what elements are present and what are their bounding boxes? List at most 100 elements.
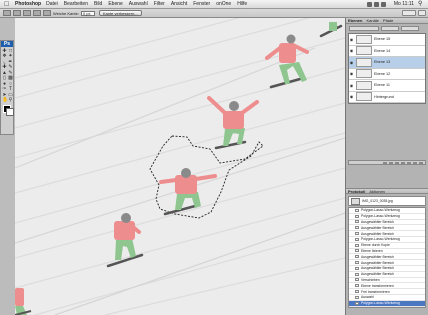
right-panel-dock: Ebenen Kanäle Pfade ◉ Ebene 15 ◉ Ebene 1… [345,18,428,315]
snapshot-thumbnail [351,197,360,205]
menu-filter[interactable]: Filter [154,1,165,7]
tab-layers[interactable]: Ebenen [348,18,362,23]
opacity-input[interactable] [381,26,399,31]
layer-mask-icon[interactable] [395,161,399,165]
history-step-selected[interactable]: Polygon-Lasso-Werkzeug [349,300,425,307]
visibility-eye-icon[interactable]: ◉ [349,48,354,53]
history-step-label: Ausgewählter Bereich [361,266,394,271]
layer-thumbnail [356,57,372,67]
layer-thumbnail [356,80,372,90]
history-step-icon [355,301,359,305]
history-snapshot[interactable]: IMG_0123_0035.jpg [348,196,426,206]
new-group-icon[interactable] [407,161,411,165]
layer-row[interactable]: ◉ Hintergrund [349,91,425,103]
history-step-icon [355,261,359,265]
layer-thumbnail [356,46,372,56]
history-step-icon [355,295,359,299]
layer-name: Ebene 13 [374,60,391,65]
refine-edge-button[interactable]: Kante verbessern... [98,10,142,16]
history-step-label: Ebene durch Kopie [361,243,390,248]
menu-bearbeiten[interactable]: Bearbeiten [64,1,88,7]
menu-onone[interactable]: onOne [216,1,231,7]
snowboarder-figure-3 [207,96,259,150]
history-step-icon [355,237,359,241]
menu-ebene[interactable]: Ebene [108,1,122,7]
history-step-label: Polygon-Lasso-Werkzeug [361,237,400,242]
menu-fenster[interactable]: Fenster [193,1,210,7]
tab-actions[interactable]: Aktionen [369,189,385,194]
history-step-icon [355,284,359,288]
menu-bild[interactable]: Bild [94,1,102,7]
snowboarder-figure-2 [265,34,309,89]
subtract-selection-icon[interactable] [33,10,41,16]
panel-toggle-button[interactable] [418,10,426,16]
history-panel: Protokoll Aktionen IMG_0123_0035.jpg Pol… [346,188,428,315]
visibility-eye-icon[interactable]: ◉ [349,94,354,99]
visibility-eye-icon[interactable]: ◉ [349,60,354,65]
volume-status-icon[interactable] [381,2,386,7]
layer-row[interactable]: ◉ Ebene 11 [349,80,425,92]
toolbox: Ps ✚ □ ❖ ✦ ⌞ ✒ ✚ ✎ ▲ ✎ ▯ ▩ ● ○ ✑ T ➤ ▭ ✋… [0,40,14,135]
background-color-swatch[interactable] [6,108,14,116]
history-step-label: Ausgewählter Bereich [361,231,394,236]
snowboarder-figure-6 [15,288,32,315]
layer-row[interactable]: ◉ Ebene 15 [349,34,425,46]
history-step-icon [355,226,359,230]
layers-list: ◉ Ebene 15 ◉ Ebene 14 ◉ Ebene 13 ◉ Ebene… [348,33,426,104]
link-layers-icon[interactable] [383,161,387,165]
menu-datei[interactable]: Datei [46,1,58,7]
layer-row[interactable]: ◉ Ebene 14 [349,45,425,57]
tab-paths[interactable]: Pfade [383,18,393,23]
history-step-label: Ausgewählter Bereich [361,272,394,277]
history-step-label: Ausgewählter Bereich [361,225,394,230]
history-step-label: Polygon-Lasso-Werkzeug [361,301,400,306]
hand-tool-icon[interactable]: ✋ [2,98,8,103]
app-menu-photoshop[interactable]: Photoshop [15,1,41,7]
history-step-label: Ausgewählter Bereich [361,219,394,224]
layer-name: Hintergrund [374,94,394,99]
bluetooth-status-icon[interactable] [367,2,372,7]
history-step-icon [355,278,359,282]
history-step-label: Polygon-Lasso-Werkzeug [361,208,400,213]
history-step-label: Frei transformieren [361,289,390,294]
history-step-icon [355,232,359,236]
spotlight-search-icon[interactable]: ⚲ [418,1,425,7]
layers-panel-tabs: Ebenen Kanäle Pfade [346,18,428,24]
feather-label: Weiche Kante: [53,10,79,16]
workspace-button[interactable] [402,10,416,16]
layers-footer [348,160,426,165]
delete-layer-icon[interactable] [419,161,423,165]
layer-row-selected[interactable]: ◉ Ebene 13 [349,57,425,69]
menu-auswahl[interactable]: Auswahl [129,1,148,7]
menu-hilfe[interactable]: Hilfe [237,1,247,7]
feather-input[interactable]: 0 px [80,10,95,16]
snowboarder-figure-1 [319,22,343,38]
photoshop-logo: Ps [1,41,13,47]
add-to-selection-icon[interactable] [23,10,31,16]
new-selection-icon[interactable] [13,10,21,16]
blend-mode-select[interactable] [349,26,379,31]
tab-channels[interactable]: Kanäle [366,18,378,23]
menubar-clock[interactable]: Mo 11:11 [394,1,414,7]
visibility-eye-icon[interactable]: ◉ [349,37,354,42]
new-layer-icon[interactable] [413,161,417,165]
document-canvas[interactable] [15,18,345,315]
history-step-label: Ausgewählter Bereich [361,254,394,259]
layer-row[interactable]: ◉ Ebene 12 [349,68,425,80]
visibility-eye-icon[interactable]: ◉ [349,71,354,76]
history-step-icon [355,243,359,247]
tab-history[interactable]: Protokoll [348,189,365,194]
wifi-status-icon[interactable] [374,2,379,7]
tool-preset-icon[interactable] [3,10,11,16]
layer-style-icon[interactable] [389,161,393,165]
adjustment-layer-icon[interactable] [401,161,405,165]
menu-ansicht[interactable]: Ansicht [171,1,187,7]
history-step-icon [355,255,359,259]
history-list: Polygon-Lasso-Werkzeug Polygon-Lasso-Werk… [348,207,426,308]
visibility-eye-icon[interactable]: ◉ [349,83,354,88]
fill-input[interactable] [401,26,419,31]
apple-menu-icon[interactable]:  [4,1,11,8]
intersect-selection-icon[interactable] [43,10,51,16]
zoom-tool-icon[interactable]: ⚲ [8,98,13,103]
layer-name: Ebene 12 [374,71,391,76]
